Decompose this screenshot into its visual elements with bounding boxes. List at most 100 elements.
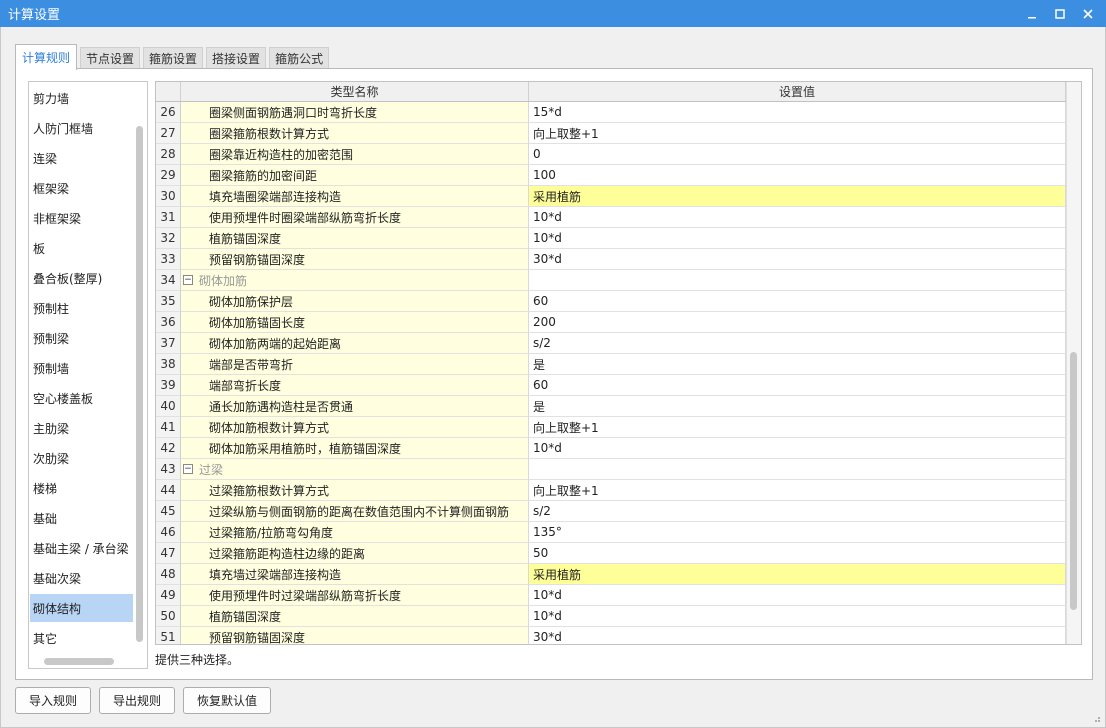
list-item[interactable]: 板 bbox=[30, 234, 133, 262]
export-rules-button[interactable]: 导出规则 bbox=[99, 687, 176, 714]
value-cell[interactable]: s/2 bbox=[529, 333, 1066, 354]
list-item[interactable]: 剪力墙 bbox=[30, 84, 133, 112]
name-cell: 过梁箍筋距构造柱边缘的距离 bbox=[181, 543, 529, 564]
value-cell[interactable]: 100 bbox=[529, 165, 1066, 186]
table-row[interactable]: 29 圈梁箍筋的加密间距 100 bbox=[156, 165, 1066, 186]
name-text: 砌体加筋 bbox=[199, 273, 248, 288]
value-cell[interactable]: 60 bbox=[529, 375, 1066, 396]
table-row[interactable]: 33 预留钢筋锚固深度 30*d bbox=[156, 249, 1066, 270]
table-row[interactable]: 41 砌体加筋根数计算方式 向上取整+1 bbox=[156, 417, 1066, 438]
list-item[interactable]: 连梁 bbox=[30, 144, 133, 172]
list-item[interactable]: 空心楼盖板 bbox=[30, 384, 133, 412]
list-item[interactable]: 基础主梁 / 承台梁 bbox=[30, 534, 133, 562]
grid-scrollbar-thumb[interactable] bbox=[1070, 352, 1077, 610]
list-item[interactable]: 次肋梁 bbox=[30, 444, 133, 472]
list-horizontal-scrollbar[interactable] bbox=[44, 658, 114, 665]
table-row[interactable]: 49 使用预埋件时过梁端部纵筋弯折长度 10*d bbox=[156, 585, 1066, 606]
name-text: 填充墙圈梁端部连接构造 bbox=[209, 189, 342, 204]
table-row[interactable]: 45 过梁纵筋与侧面钢筋的距离在数值范围内不计算侧面钢筋 s/2 bbox=[156, 501, 1066, 522]
table-row[interactable]: 42 砌体加筋采用植筋时，植筋锚固深度 10*d bbox=[156, 438, 1066, 459]
list-item[interactable]: 预制柱 bbox=[30, 294, 133, 322]
table-row[interactable]: 31 使用预埋件时圈梁端部纵筋弯折长度 10*d bbox=[156, 207, 1066, 228]
window-controls bbox=[1018, 0, 1102, 27]
table-row[interactable]: 35 砌体加筋保护层 60 bbox=[156, 291, 1066, 312]
settings-grid: 类型名称 设置值 26 圈梁侧面钢筋遇洞口时弯折长度 15*d 27 圈梁箍筋根数计算方… bbox=[155, 81, 1082, 645]
tab-node-settings[interactable]: 节点设置 bbox=[80, 47, 141, 69]
table-row[interactable]: 44 过梁箍筋根数计算方式 向上取整+1 bbox=[156, 480, 1066, 501]
list-item[interactable]: 预制墙 bbox=[30, 354, 133, 382]
list-item[interactable]: 砌体结构 bbox=[30, 594, 133, 622]
table-row[interactable]: 27 圈梁箍筋根数计算方式 向上取整+1 bbox=[156, 123, 1066, 144]
table-row[interactable]: 30 填充墙圈梁端部连接构造 采用植筋 bbox=[156, 186, 1066, 207]
table-row[interactable]: 36 砌体加筋锚固长度 200 bbox=[156, 312, 1066, 333]
row-number: 44 bbox=[156, 480, 181, 501]
value-cell[interactable]: 60 bbox=[529, 291, 1066, 312]
resize-grip-icon[interactable] bbox=[1091, 713, 1101, 723]
list-item[interactable]: 人防门框墙 bbox=[30, 114, 133, 142]
value-cell[interactable]: 采用植筋 bbox=[529, 564, 1066, 585]
list-item[interactable]: 基础次梁 bbox=[30, 564, 133, 592]
value-cell[interactable]: 50 bbox=[529, 543, 1066, 564]
table-row[interactable]: 26 圈梁侧面钢筋遇洞口时弯折长度 15*d bbox=[156, 102, 1066, 123]
list-item[interactable]: 预制梁 bbox=[30, 324, 133, 352]
value-cell[interactable]: 10*d bbox=[529, 228, 1066, 249]
row-number: 27 bbox=[156, 123, 181, 144]
list-item[interactable]: 楼梯 bbox=[30, 474, 133, 502]
close-icon[interactable] bbox=[1074, 0, 1102, 27]
value-cell[interactable]: 向上取整+1 bbox=[529, 480, 1066, 501]
list-item[interactable]: 其它 bbox=[30, 624, 133, 652]
value-cell[interactable]: s/2 bbox=[529, 501, 1066, 522]
value-cell[interactable]: 10*d bbox=[529, 207, 1066, 228]
group-row[interactable]: 43− 过梁 bbox=[156, 459, 1066, 480]
list-item[interactable]: 叠合板(整厚) bbox=[30, 264, 133, 292]
value-cell[interactable]: 200 bbox=[529, 312, 1066, 333]
value-cell[interactable]: 10*d bbox=[529, 606, 1066, 627]
value-cell[interactable]: 0 bbox=[529, 144, 1066, 165]
group-row[interactable]: 34− 砌体加筋 bbox=[156, 270, 1066, 291]
list-vertical-scrollbar[interactable] bbox=[136, 126, 143, 642]
restore-defaults-button[interactable]: 恢复默认值 bbox=[183, 687, 272, 714]
value-cell[interactable]: 向上取整+1 bbox=[529, 417, 1066, 438]
value-cell[interactable]: 10*d bbox=[529, 438, 1066, 459]
table-row[interactable]: 37 砌体加筋两端的起始距离 s/2 bbox=[156, 333, 1066, 354]
list-item[interactable]: 框架梁 bbox=[30, 174, 133, 202]
maximize-icon[interactable] bbox=[1046, 0, 1074, 27]
tab-calc-rules[interactable]: 计算规则 bbox=[15, 44, 78, 70]
table-row[interactable]: 46 过梁箍筋/拉筋弯勾角度 135° bbox=[156, 522, 1066, 543]
value-cell[interactable]: 10*d bbox=[529, 585, 1066, 606]
name-cell: 圈梁靠近构造柱的加密范围 bbox=[181, 144, 529, 165]
value-cell[interactable]: 是 bbox=[529, 354, 1066, 375]
value-cell[interactable]: 向上取整+1 bbox=[529, 123, 1066, 144]
table-row[interactable]: 38 端部是否带弯折 是 bbox=[156, 354, 1066, 375]
collapse-toggle-icon[interactable]: − bbox=[183, 464, 193, 474]
tab-stirrup-formula[interactable]: 箍筋公式 bbox=[269, 47, 330, 69]
name-text: 过梁箍筋/拉筋弯勾角度 bbox=[209, 525, 334, 540]
table-row[interactable]: 28 圈梁靠近构造柱的加密范围 0 bbox=[156, 144, 1066, 165]
import-rules-button[interactable]: 导入规则 bbox=[15, 687, 92, 714]
table-row[interactable]: 51 预留钢筋锚固深度 30*d bbox=[156, 627, 1066, 644]
value-cell[interactable]: 15*d bbox=[529, 102, 1066, 123]
tab-stirrup-settings[interactable]: 箍筋设置 bbox=[143, 47, 204, 69]
value-cell[interactable]: 是 bbox=[529, 396, 1066, 417]
value-cell[interactable]: 135° bbox=[529, 522, 1066, 543]
name-text: 砌体加筋锚固长度 bbox=[209, 315, 306, 330]
row-number: 42 bbox=[156, 438, 181, 459]
table-row[interactable]: 50 植筋锚固深度 10*d bbox=[156, 606, 1066, 627]
minimize-icon[interactable] bbox=[1018, 0, 1046, 27]
value-cell[interactable]: 30*d bbox=[529, 627, 1066, 644]
table-row[interactable]: 48 填充墙过梁端部连接构造 采用植筋 bbox=[156, 564, 1066, 585]
list-item[interactable]: 主肋梁 bbox=[30, 414, 133, 442]
name-cell: 砌体加筋根数计算方式 bbox=[181, 417, 529, 438]
collapse-toggle-icon[interactable]: − bbox=[183, 275, 193, 285]
list-item[interactable]: 非框架梁 bbox=[30, 204, 133, 232]
table-row[interactable]: 47 过梁箍筋距构造柱边缘的距离 50 bbox=[156, 543, 1066, 564]
name-text: 过梁箍筋根数计算方式 bbox=[209, 483, 330, 498]
table-row[interactable]: 40 通长加筋遇构造柱是否贯通 是 bbox=[156, 396, 1066, 417]
list-item[interactable]: 基础 bbox=[30, 504, 133, 532]
table-row[interactable]: 39 端部弯折长度 60 bbox=[156, 375, 1066, 396]
table-row[interactable]: 32 植筋锚固深度 10*d bbox=[156, 228, 1066, 249]
tab-lap-settings[interactable]: 搭接设置 bbox=[206, 47, 267, 69]
value-cell[interactable]: 30*d bbox=[529, 249, 1066, 270]
value-cell[interactable]: 采用植筋 bbox=[529, 186, 1066, 207]
row-number: 46 bbox=[156, 522, 181, 543]
